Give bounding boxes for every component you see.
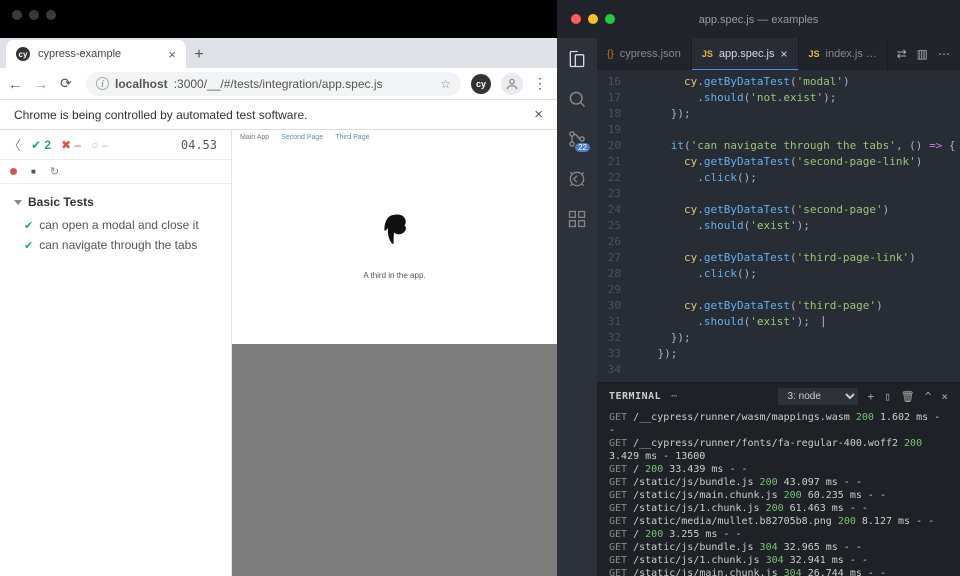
terminal-output[interactable]: GET /__cypress/runner/wasm/mappings.wasm…: [597, 409, 960, 576]
url-rest: :3000/__/#/tests/integration/app.spec.js: [174, 77, 383, 91]
editor-tab-strip: {} cypress.json JS app.spec.js × JS index.js…: [597, 38, 960, 70]
pending-count: ○ –: [91, 138, 108, 152]
debug-icon[interactable]: [566, 168, 588, 190]
infobar-text: Chrome is being controlled by automated …: [14, 108, 307, 122]
zoom-dot[interactable]: [605, 14, 615, 24]
tab-close-icon[interactable]: ×: [168, 47, 176, 62]
app-under-test: Main App Second Page Third Page A third …: [232, 130, 557, 576]
refresh-tests-button[interactable]: ↻: [50, 165, 59, 178]
activity-bar: 22: [557, 38, 597, 576]
editor-tab[interactable]: JS index.js …: [799, 38, 888, 70]
terminal-panel: TERMINAL ⋯ 3: node + ▯ 🗑 ^ × GET /__cypr…: [597, 382, 960, 576]
tab-label: cypress.json: [620, 48, 681, 60]
cypress-toolbar: ■ ↻: [0, 160, 231, 184]
js-file-icon: JS: [809, 49, 820, 59]
test-group[interactable]: Basic Tests: [10, 192, 221, 215]
source-control-icon[interactable]: 22: [566, 128, 588, 150]
test-item[interactable]: ✔ can navigate through the tabs: [10, 235, 221, 255]
cypress-sidebar: 〈 ✔ 2 ✖ – ○ – 04.53 ■ ↻ Basic Tests ✔ can…: [0, 130, 232, 576]
profile-avatar-icon[interactable]: [501, 73, 523, 95]
browser-tab[interactable]: cy cypress-example ×: [6, 40, 186, 68]
browser-tab-strip: cy cypress-example × +: [0, 38, 557, 68]
ellipsis-icon[interactable]: ⋯: [671, 391, 677, 402]
close-dot[interactable]: [571, 14, 581, 24]
explorer-icon[interactable]: [566, 48, 588, 70]
record-indicator-icon: [10, 168, 17, 175]
automation-infobar: Chrome is being controlled by automated …: [0, 100, 557, 130]
site-info-icon[interactable]: i: [96, 77, 109, 90]
caret-down-icon: [14, 200, 22, 205]
extensions-icon[interactable]: [566, 208, 588, 230]
tab-title: cypress-example: [38, 48, 121, 60]
back-chevron-icon[interactable]: 〈: [8, 135, 21, 154]
new-terminal-icon[interactable]: +: [868, 390, 875, 403]
split-editor-icon[interactable]: ▥: [917, 47, 928, 61]
mullet-image: [375, 209, 415, 247]
group-title: Basic Tests: [28, 195, 94, 209]
terminal-selector[interactable]: 3: node: [778, 388, 858, 405]
infobar-close-icon[interactable]: ×: [534, 106, 543, 123]
terminal-label[interactable]: TERMINAL: [609, 391, 661, 402]
tab-favicon: cy: [16, 47, 30, 61]
window-traffic-lights: [571, 14, 615, 24]
address-bar-row: ← → ⟳ i localhost :3000/__/#/tests/integr…: [0, 68, 557, 100]
search-icon[interactable]: [566, 88, 588, 110]
app-nav-link[interactable]: Main App: [240, 134, 269, 141]
test-item[interactable]: ✔ can open a modal and close it: [10, 215, 221, 235]
more-actions-icon[interactable]: ⋯: [938, 47, 950, 61]
fail-count: ✖ –: [61, 138, 81, 152]
minimize-dot[interactable]: [29, 10, 39, 20]
cypress-extension-icon[interactable]: cy: [471, 74, 491, 94]
editor-tab[interactable]: JS app.spec.js ×: [692, 38, 799, 70]
scm-badge: 22: [575, 143, 590, 152]
js-file-icon: JS: [702, 49, 713, 59]
code-content[interactable]: cy.getByDataTest('modal') .should('not.e…: [631, 74, 960, 382]
app-content: A third in the app.: [232, 144, 557, 344]
zoom-dot[interactable]: [46, 10, 56, 20]
app-nav: Main App Second Page Third Page: [232, 130, 557, 144]
compare-icon[interactable]: ⇄: [897, 47, 907, 61]
close-dot[interactable]: [12, 10, 22, 20]
window-traffic-lights: [12, 10, 56, 20]
app-nav-link[interactable]: Second Page: [281, 134, 323, 141]
tests-tree: Basic Tests ✔ can open a modal and close …: [0, 184, 231, 263]
minimize-dot[interactable]: [588, 14, 598, 24]
check-icon: ✔: [24, 239, 33, 252]
split-terminal-icon[interactable]: ▯: [884, 390, 891, 403]
back-button[interactable]: ←: [8, 76, 24, 92]
window-title: app.spec.js — examples: [699, 14, 819, 26]
address-bar[interactable]: i localhost :3000/__/#/tests/integration/…: [86, 72, 461, 96]
test-title: can navigate through the tabs: [39, 238, 197, 252]
tab-label: app.spec.js: [719, 48, 775, 60]
run-duration: 04.53: [181, 138, 217, 152]
browser-window: cy cypress-example × + ← → ⟳ i localhost…: [0, 0, 557, 576]
terminal-header: TERMINAL ⋯ 3: node + ▯ 🗑 ^ ×: [597, 383, 960, 409]
maximize-panel-icon[interactable]: ^: [925, 390, 932, 403]
kill-terminal-icon[interactable]: 🗑: [901, 390, 915, 403]
forward-button: →: [34, 76, 50, 92]
browser-menu-icon[interactable]: ⋮: [533, 75, 549, 92]
vscode-titlebar: app.spec.js — examples: [557, 0, 960, 38]
vscode-window: app.spec.js — examples 22 {} cypress.json…: [557, 0, 960, 576]
check-icon: ✔: [24, 219, 33, 232]
url-host: localhost: [115, 77, 168, 91]
test-run-stats: 〈 ✔ 2 ✖ – ○ – 04.53: [0, 130, 231, 160]
editor-tab[interactable]: {} cypress.json: [597, 38, 692, 70]
close-panel-icon[interactable]: ×: [941, 390, 948, 403]
json-file-icon: {}: [607, 49, 614, 60]
reload-button[interactable]: ⟳: [60, 75, 76, 92]
pass-count: ✔ 2: [31, 138, 51, 152]
tab-dirty-close-icon[interactable]: ×: [781, 47, 788, 61]
test-title: can open a modal and close it: [39, 218, 198, 232]
bookmark-star-icon[interactable]: ☆: [440, 77, 451, 91]
new-tab-button[interactable]: +: [186, 42, 212, 68]
line-gutter: 16171819202122232425262728293031323334: [597, 74, 631, 382]
code-editor[interactable]: 16171819202122232425262728293031323334 c…: [597, 70, 960, 382]
app-nav-link[interactable]: Third Page: [335, 134, 369, 141]
stop-button[interactable]: ■: [31, 167, 36, 176]
tab-label: index.js …: [826, 48, 877, 60]
app-caption: A third in the app.: [363, 271, 425, 280]
editor-actions: ⇄ ▥ ⋯: [897, 47, 960, 61]
